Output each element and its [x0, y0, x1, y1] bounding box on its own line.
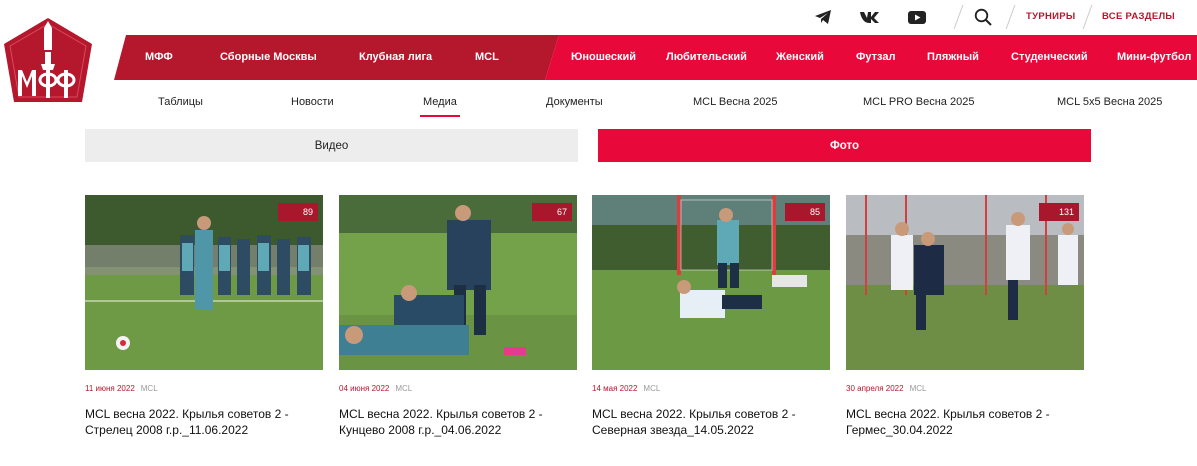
photo-count-badge: 131 — [1039, 203, 1079, 221]
main-nav: МФФ Сборные Москвы Клубная лига MCL Юнош… — [114, 35, 1197, 80]
album-date: 14 мая 2022 — [592, 384, 638, 393]
photo-count-badge: 89 — [278, 203, 318, 221]
album-thumbnail[interactable]: 67 — [339, 195, 577, 370]
nav-item-student[interactable]: Студенческий — [1011, 51, 1088, 63]
subnav-news[interactable]: Новости — [291, 96, 334, 108]
album-category[interactable]: MCL — [141, 384, 158, 393]
search-icon[interactable] — [972, 8, 994, 26]
nav-item-futsal[interactable]: Футзал — [856, 51, 895, 63]
album-meta: 30 апреля 2022 MCL — [846, 384, 1084, 393]
nav-item-mcl[interactable]: MCL — [475, 51, 499, 63]
album-title-line: Гермес_30.04.2022 — [846, 423, 953, 437]
nav-item-club-league[interactable]: Клубная лига — [359, 51, 432, 63]
album-category[interactable]: MCL — [643, 384, 660, 393]
photo-count-badge: 85 — [785, 203, 825, 221]
album-title-line: Стрелец 2008 г.р._11.06.2022 — [85, 423, 249, 437]
subnav-documents[interactable]: Документы — [546, 96, 603, 108]
album-title[interactable]: MCL весна 2022. Крылья советов 2 - Север… — [592, 406, 830, 438]
album-title-line: Северная звезда_14.05.2022 — [592, 423, 754, 437]
youtube-icon[interactable] — [906, 8, 928, 26]
photo-count-badge: 67 — [532, 203, 572, 221]
album-title-line: MCL весна 2022. Крылья советов 2 - — [592, 407, 796, 421]
nav-item-amateur[interactable]: Любительский — [666, 51, 747, 63]
tab-photo[interactable]: Фото — [598, 129, 1091, 162]
album-meta: 04 июня 2022 MCL — [339, 384, 577, 393]
album-title-line: MCL весна 2022. Крылья советов 2 - — [339, 407, 543, 421]
album-date: 30 апреля 2022 — [846, 384, 904, 393]
divider — [1082, 5, 1093, 29]
album-title[interactable]: MCL весна 2022. Крылья советов 2 - Кунце… — [339, 406, 577, 438]
nav-item-moscow-teams[interactable]: Сборные Москвы — [220, 51, 317, 63]
subnav-tables[interactable]: Таблицы — [158, 96, 203, 108]
album-title-line: MCL весна 2022. Крылья советов 2 - — [85, 407, 289, 421]
album-thumbnail[interactable]: 85 — [592, 195, 830, 370]
album-thumbnail[interactable]: 89 — [85, 195, 323, 370]
nav-item-women[interactable]: Женский — [776, 51, 824, 63]
album-category[interactable]: MCL — [910, 384, 927, 393]
subnav-media[interactable]: Медиа — [420, 96, 460, 117]
album-card[interactable]: 67 04 июня 2022 MCL MCL весна 2022. Крыль… — [339, 195, 577, 438]
album-thumbnail[interactable]: 131 — [846, 195, 1084, 370]
album-title[interactable]: MCL весна 2022. Крылья советов 2 - Герме… — [846, 406, 1084, 438]
telegram-icon[interactable] — [812, 8, 834, 26]
subnav-mcl-5x5-spring-2025[interactable]: MCL 5x5 Весна 2025 — [1057, 96, 1162, 108]
tab-video[interactable]: Видео — [85, 129, 578, 162]
album-meta: 11 июня 2022 MCL — [85, 384, 323, 393]
top-utility-bar: ТУРНИРЫ ВСЕ РАЗДЕЛЫ — [0, 0, 1197, 34]
divider — [953, 5, 964, 29]
divider — [1005, 5, 1016, 29]
all-sections-link[interactable]: ВСЕ РАЗДЕЛЫ — [1102, 11, 1175, 22]
vk-icon[interactable] — [859, 8, 881, 26]
nav-item-beach[interactable]: Пляжный — [927, 51, 979, 63]
album-title-line: MCL весна 2022. Крылья советов 2 - — [846, 407, 1050, 421]
album-date: 04 июня 2022 — [339, 384, 390, 393]
album-card[interactable]: 131 30 апреля 2022 MCL MCL весна 2022. Кр… — [846, 195, 1084, 438]
album-card[interactable]: 85 14 мая 2022 MCL MCL весна 2022. Крылья… — [592, 195, 830, 438]
album-category[interactable]: MCL — [395, 384, 412, 393]
album-date: 11 июня 2022 — [85, 384, 135, 393]
tournaments-link[interactable]: ТУРНИРЫ — [1026, 11, 1075, 22]
nav-item-mff[interactable]: МФФ — [145, 51, 173, 63]
album-meta: 14 мая 2022 MCL — [592, 384, 830, 393]
nav-item-youth[interactable]: Юношеский — [571, 51, 636, 63]
album-title[interactable]: MCL весна 2022. Крылья советов 2 - Стрел… — [85, 406, 323, 438]
album-title-line: Кунцево 2008 г.р._04.06.2022 — [339, 423, 502, 437]
nav-item-mini-football[interactable]: Мини-футбол — [1117, 51, 1191, 63]
subnav-mcl-spring-2025[interactable]: MCL Весна 2025 — [693, 96, 778, 108]
subnav-mcl-pro-spring-2025[interactable]: MCL PRO Весна 2025 — [863, 96, 974, 108]
album-card[interactable]: 89 11 июня 2022 MCL MCL весна 2022. Крыль… — [85, 195, 323, 438]
